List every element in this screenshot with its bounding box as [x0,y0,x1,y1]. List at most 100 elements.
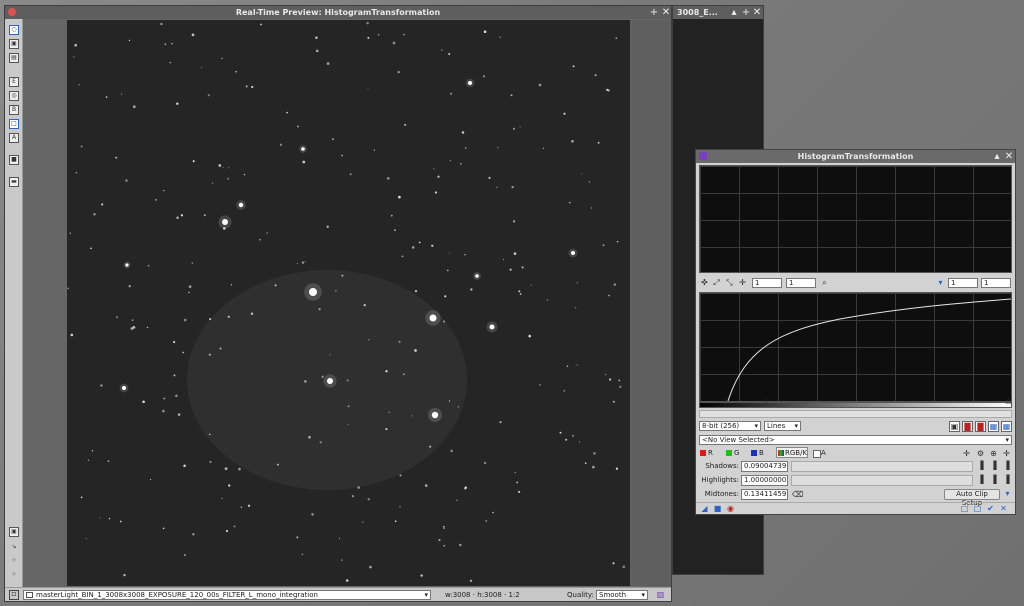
clip-shadows-icon[interactable]: ▐ [976,461,985,470]
star [203,214,206,217]
resolution-select[interactable]: 8-bit (256) ▾ [699,421,761,431]
reject-icon[interactable]: ▣ [949,421,960,432]
pan-icon[interactable]: ✛ [738,278,747,287]
expand-icon[interactable]: ⤡ [725,278,734,287]
channel-r[interactable]: R [708,448,713,458]
fit-icon[interactable]: B [9,105,19,115]
double-chevron-down-icon[interactable]: ▾ [936,278,945,287]
document-icon[interactable]: □ [973,504,982,513]
shadows-slider-handle[interactable]: △ [721,397,730,406]
screen-icon[interactable]: ▬ [9,177,19,187]
close-icon[interactable]: ✕ [661,6,671,19]
star [78,84,80,86]
star [131,319,134,321]
view-selector[interactable]: masterLight_BIN_1_3008x3008_EXPOSURE_120… [23,590,431,600]
highlights-input[interactable]: 1.00000000 [741,475,788,486]
midtones-slider-handle[interactable]: △ [761,397,770,406]
new-instance-icon[interactable]: ◢ [700,504,709,513]
shade-icon[interactable]: ▴ [992,150,1002,163]
combined-icon[interactable]: ▦ [988,421,999,432]
horizontal-zoom-input[interactable]: 1 [752,278,782,288]
reset-midtones-icon[interactable]: ⌫ [792,490,803,499]
clip-highlights-alt-icon[interactable]: ▐ [989,475,998,484]
view-selector[interactable]: <No View Selected> ▾ [699,435,1012,445]
view-list-icon[interactable]: ▫ [9,590,19,600]
histogram-transformation-dialog[interactable]: HistogramTransformation ▴ ✕ ✜ ⤢ ⤡ ✛ 1 1 … [695,149,1016,515]
magnifier-icon[interactable]: ⌕ [820,278,829,287]
apply-square-icon[interactable]: ■ [713,504,722,513]
close-icon[interactable]: ✕ [1004,150,1014,163]
output-horizontal-zoom-input[interactable]: 1 [948,278,978,288]
rgbk-channel-button[interactable]: RGB/K [776,447,808,458]
star [363,303,366,307]
star [69,232,72,235]
zoom-in-icon[interactable]: ▣ [9,39,19,49]
star [565,438,568,441]
channel-a[interactable]: A [821,448,826,458]
auto-clip-setup-button[interactable]: Auto Clip Setup [944,489,1000,507]
double-chevron-down-icon[interactable]: ▾ [1003,489,1012,498]
channel-b[interactable]: B [759,448,764,458]
arrow-down-right-icon[interactable]: ↘ [9,543,19,553]
star [208,353,211,356]
output-vertical-zoom-input[interactable]: 1 [981,278,1011,288]
star [163,397,166,400]
vertical-zoom-input[interactable]: 1 [786,278,816,288]
highlights-slider[interactable] [791,475,973,486]
preview-mode-icon[interactable]: □ [9,119,19,129]
channel-g[interactable]: G [734,448,739,458]
quality-select[interactable]: Smooth ▾ [596,590,648,600]
reset-icon[interactable]: ✕ [999,504,1008,513]
center-icon[interactable]: ◎ [9,91,19,101]
star [326,225,329,228]
preview-titlebar[interactable]: Real-Time Preview: HistogramTransformati… [5,6,671,19]
realtime-preview-window[interactable]: Real-Time Preview: HistogramTransformati… [4,5,672,602]
process-icon[interactable]: ▧ [656,590,665,599]
bright-star [327,378,333,384]
grid-icon[interactable]: ▦ [1001,421,1012,432]
highlights-slider-handle[interactable]: △ [1004,397,1013,406]
maximize-icon[interactable]: + [741,6,751,19]
selection-icon[interactable]: A [9,133,19,143]
transfer-curve-graph[interactable] [699,292,1012,402]
reset-highlights-icon[interactable]: ▐ [1002,475,1011,484]
drag-icon[interactable]: ✛ [9,571,19,581]
move-icon[interactable]: ✛ [9,557,19,567]
shadows-slider[interactable] [791,461,973,472]
apply-check-icon[interactable]: ✔ [986,504,995,513]
camera-icon[interactable]: ■ [9,155,19,165]
zoom-out-icon[interactable]: ▤ [9,53,19,63]
reset-shadows-icon[interactable]: ▐ [1002,461,1011,470]
target-icon[interactable]: ⊕ [989,449,998,458]
midtones-input[interactable]: 0.13411459 [741,489,788,500]
input-histogram[interactable] [699,165,1012,273]
gear-icon[interactable]: ⚙ [976,449,985,458]
shadows-input[interactable]: 0.09004739 [741,461,788,472]
move-icon[interactable]: ✛ [1002,449,1011,458]
shade-icon[interactable]: ▴ [729,6,739,19]
zoom-fit-icon[interactable]: ⤢ [712,278,721,287]
maximize-icon[interactable]: + [649,6,659,19]
readout-mode-icon[interactable]: ○ [9,25,19,35]
star-field-image[interactable] [67,20,630,586]
clip-highlights-icon[interactable]: ▐ [976,475,985,484]
star [85,538,87,540]
track-view-icon[interactable]: ▣ [9,527,19,537]
square-icon[interactable]: □ [960,504,969,513]
crosshair-icon[interactable]: ✜ [700,278,709,287]
histogram-titlebar[interactable]: HistogramTransformation [696,150,1015,163]
close-icon[interactable]: ✕ [752,6,762,19]
star [386,177,390,180]
output-histogram-icon[interactable]: ▇ [975,421,986,432]
realtime-preview-icon[interactable]: ◉ [726,504,735,513]
clip-shadows-alt-icon[interactable]: ▐ [989,461,998,470]
window-close-dot-icon[interactable] [7,6,17,19]
crosshair-icon[interactable]: ✛ [962,449,971,458]
histogram-icon[interactable]: ▇ [962,421,973,432]
graph-style-select[interactable]: Lines ▾ [764,421,801,431]
star [362,521,364,523]
star [401,255,404,258]
star [73,56,75,58]
star [393,229,396,232]
pan-icon[interactable]: E [9,77,19,87]
